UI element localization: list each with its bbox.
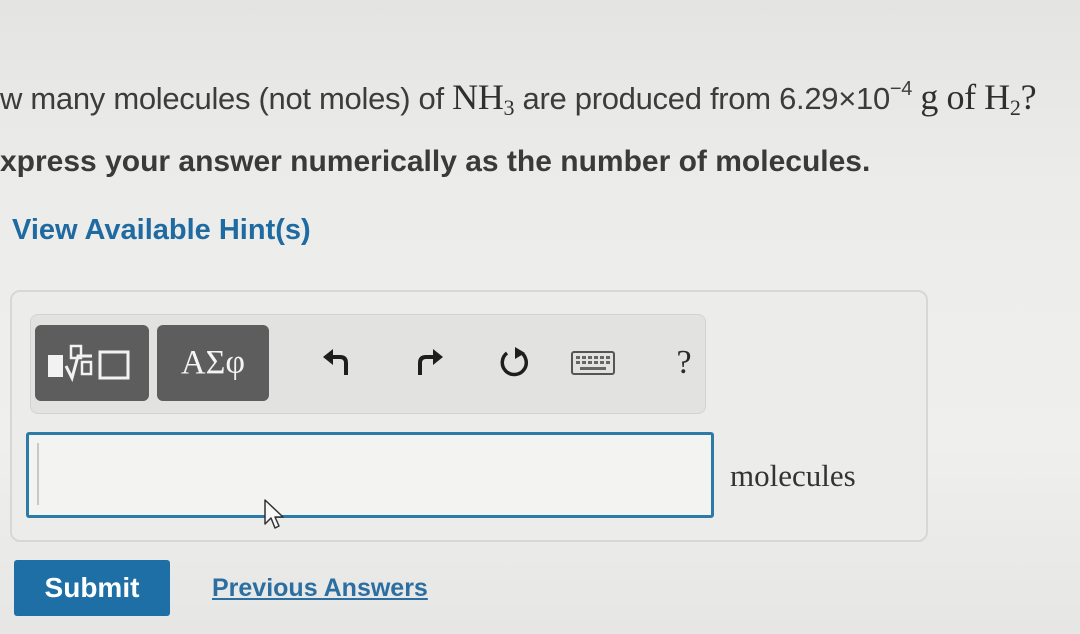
keyboard-button[interactable]	[563, 337, 623, 389]
of-word: of	[946, 77, 976, 117]
undo-button[interactable]	[313, 337, 363, 389]
redo-button[interactable]	[403, 337, 453, 389]
templates-icon	[48, 344, 130, 383]
answer-panel: ΑΣφ ? molecules	[10, 290, 928, 542]
compound-formula: NH3	[452, 77, 515, 120]
answer-instruction: xpress your answer numerically as the nu…	[0, 145, 871, 178]
undo-icon	[323, 349, 348, 375]
unit-label: molecules	[730, 458, 856, 493]
math-toolbar: ΑΣφ ?	[30, 314, 706, 414]
greek-symbols-button[interactable]: ΑΣφ	[157, 325, 269, 401]
mastering-question-page: w many molecules (not moles) of NH3 are …	[0, 0, 1080, 634]
templates-button[interactable]	[35, 325, 149, 401]
submit-button[interactable]: Submit	[14, 560, 170, 616]
answer-input[interactable]	[26, 432, 714, 518]
help-button[interactable]: ?	[659, 337, 709, 389]
question-prefix: w many molecules (not moles) of	[0, 81, 453, 116]
question-end: ?	[1020, 77, 1037, 117]
reactant-formula: H2	[984, 77, 1021, 120]
reset-button[interactable]	[489, 337, 539, 389]
question-text: w many molecules (not moles) of NH3 are …	[0, 76, 1037, 121]
previous-answers-link[interactable]: Previous Answers	[212, 574, 428, 603]
keyboard-icon	[571, 351, 615, 375]
reset-icon	[500, 347, 528, 377]
mass-unit: g	[920, 77, 939, 117]
text-caret	[37, 443, 39, 505]
view-hints-link[interactable]: View Available Hint(s)	[12, 214, 311, 247]
redo-icon	[418, 349, 443, 375]
mass-value: 6.29×10−4	[779, 78, 913, 116]
question-mid: are produced from	[514, 81, 780, 116]
mouse-pointer-icon	[264, 499, 284, 529]
